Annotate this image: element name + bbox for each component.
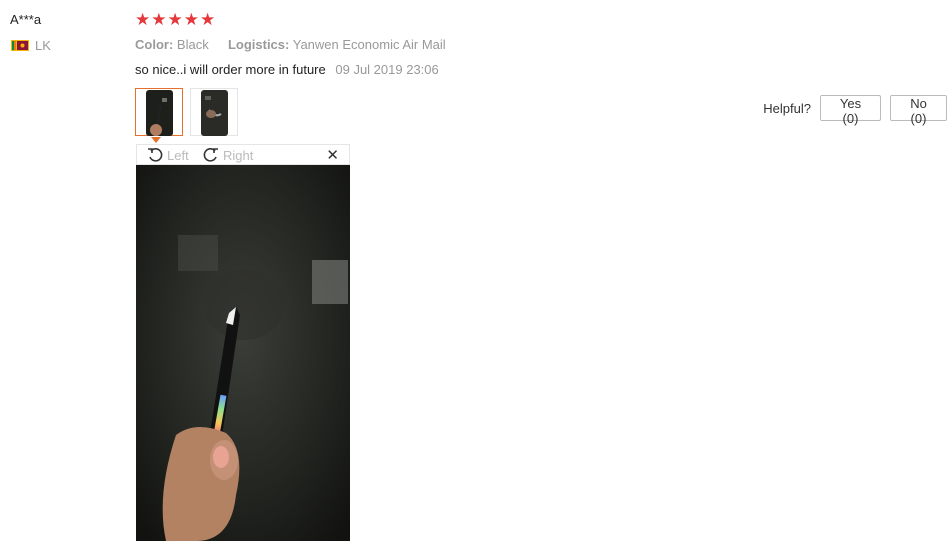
logistics-label: Logistics: [227,37,290,52]
rotate-right-icon [203,148,218,162]
reviewer-country: LK [11,38,51,53]
order-attributes: Color: Black Logistics: Yanwen Economic … [135,37,446,52]
review-photo-thumbnail-2[interactable] [190,88,238,136]
helpful-label: Helpful? [763,101,811,116]
logistics-value: Yanwen Economic Air Mail [292,37,446,52]
star-icon: ★ [135,10,151,29]
star-icon: ★ [200,10,216,29]
color-label: Color: [135,37,174,52]
selected-thumbnail-arrow-icon [151,137,161,143]
photo-thumbnail-image [146,90,173,136]
close-icon[interactable]: ✕ [326,146,339,164]
photo-thumbnail-image [201,90,228,136]
image-viewer-toolbar: Left Right ✕ [136,144,350,165]
rotate-left-icon [148,148,163,162]
rating-stars: ★ ★ ★ ★ ★ [135,11,215,29]
sri-lanka-flag-icon [11,40,29,51]
rotate-right-label: Right [223,147,254,163]
reviewer-name: A***a [10,12,42,27]
color-value: Black [176,37,209,52]
country-code: LK [35,38,51,53]
rotate-left-label: Left [167,147,189,163]
helpful-no-button[interactable]: No (0) [890,95,947,126]
review-date: 09 Jul 2019 23:06 [335,62,439,77]
review-text: so nice..i will order more in future [135,62,326,77]
review-body: so nice..i will order more in future 09 … [135,62,439,77]
review-photo-large [136,165,350,541]
star-icon: ★ [151,10,167,29]
helpful-yes-button[interactable]: Yes (0) [820,95,881,126]
star-icon: ★ [183,10,199,29]
review-photo-thumbnail-1[interactable] [135,88,183,136]
rotate-right-button[interactable]: Right [203,147,253,163]
star-icon: ★ [167,10,183,29]
rotate-left-button[interactable]: Left [147,147,189,163]
